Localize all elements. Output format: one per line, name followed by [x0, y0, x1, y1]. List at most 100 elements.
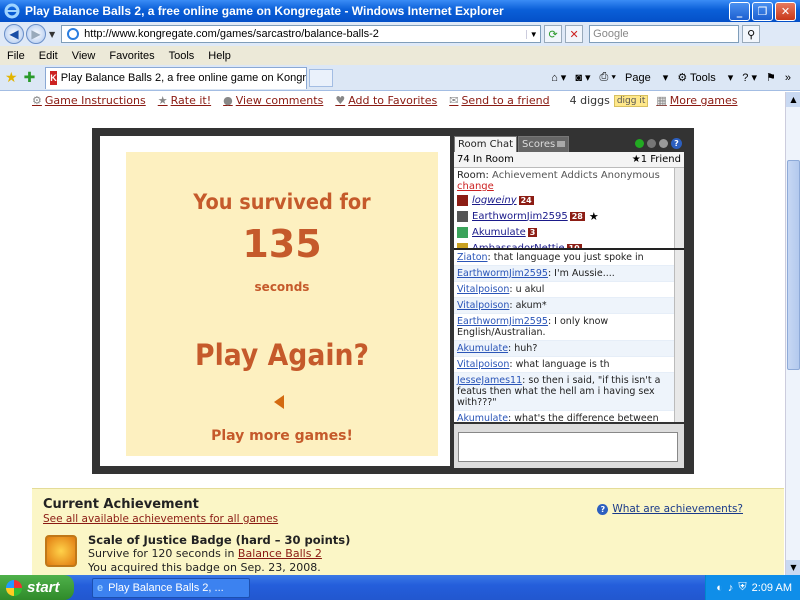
page-menu[interactable]: Page ▾	[625, 71, 668, 84]
tab-kongregate[interactable]: K Play Balance Balls 2, a free online ga…	[45, 66, 308, 89]
extra-icon[interactable]: »	[785, 72, 791, 84]
menu-favorites[interactable]: Favorites	[109, 50, 154, 62]
chat-message: Vitalpoison: what language is th	[454, 357, 684, 373]
user-list-scrollbar[interactable]	[674, 168, 684, 248]
chat-user-row[interactable]: EarthwormJim2595 28 ★	[454, 208, 684, 224]
taskbar: start e Play Balance Balls 2, ... ◐ ♪ ⛨ …	[0, 575, 800, 600]
view-comments-link[interactable]: ● View comments	[223, 94, 323, 107]
windows-logo-icon	[6, 579, 22, 596]
chat-user-row[interactable]: Akumulate 3	[454, 224, 684, 240]
research-icon[interactable]: ⚑	[766, 71, 776, 84]
message-text: : huh?	[508, 343, 538, 354]
message-author[interactable]: Akumulate	[457, 343, 508, 354]
search-button[interactable]: ⚲	[742, 25, 761, 43]
menu-tools[interactable]: Tools	[169, 50, 195, 62]
new-tab-button[interactable]	[309, 68, 334, 87]
home-icon[interactable]: ⌂ ▾	[551, 71, 566, 84]
address-field[interactable]: http://www.kongregate.com/games/sarcastr…	[61, 25, 542, 43]
status-online-icon	[635, 139, 644, 148]
in-room-count: 74 In Room	[457, 154, 514, 165]
forward-arrow-icon: ▶	[31, 27, 41, 41]
help-menu-icon[interactable]: ? ▾	[742, 71, 757, 84]
tab-room-chat[interactable]: Room Chat	[454, 136, 518, 152]
score-value: 135	[242, 222, 322, 266]
history-dropdown-icon[interactable]: ▼	[49, 30, 55, 39]
message-text: : I'm Aussie....	[547, 268, 615, 279]
chat-input[interactable]	[458, 432, 678, 462]
star-icon: ★	[157, 94, 168, 107]
chat-user-row[interactable]: logweiny 24	[454, 192, 684, 208]
taskbar-item-ie[interactable]: e Play Balance Balls 2, ...	[92, 577, 250, 598]
digg-button[interactable]: digg it	[613, 94, 649, 107]
add-favorites-link[interactable]: ♥ Add to Favorites	[335, 94, 437, 107]
network-icon[interactable]: ◐	[716, 582, 723, 594]
scroll-up-icon[interactable]: ▲	[786, 92, 800, 107]
chat-user-row[interactable]: AmbassadorNettie 10	[454, 240, 684, 249]
volume-icon[interactable]: ♪	[728, 582, 734, 594]
chat-user-name[interactable]: EarthwormJim2595	[472, 211, 568, 222]
badge-game-link[interactable]: Balance Balls 2	[238, 547, 322, 560]
start-button[interactable]: start	[0, 575, 74, 600]
feeds-icon[interactable]: ◙ ▾	[575, 71, 590, 84]
chat-message: Vitalpoison: akum*	[454, 298, 684, 314]
tools-menu[interactable]: ⚙ Tools ▾	[677, 71, 733, 84]
chat-message: Akumulate: what's the difference between…	[454, 411, 684, 422]
add-favorite-icon[interactable]: ✚	[24, 70, 36, 86]
scroll-thumb[interactable]	[787, 160, 800, 370]
game-canvas[interactable]: You survived for 135 seconds Play Again?…	[100, 136, 450, 466]
seconds-label: seconds	[254, 280, 310, 294]
message-author[interactable]: EarthwormJim2595	[457, 268, 548, 279]
menu-edit[interactable]: Edit	[39, 50, 58, 62]
menu-file[interactable]: File	[7, 50, 25, 62]
message-author[interactable]: Vitalpoison	[457, 359, 509, 370]
tab-scores[interactable]: Scores	[518, 136, 570, 152]
favorites-star-icon[interactable]: ★	[5, 70, 18, 86]
message-author[interactable]: EarthwormJim2595	[457, 316, 548, 327]
message-author[interactable]: Ziaton	[457, 252, 488, 263]
minimize-button[interactable]: _	[729, 1, 750, 21]
scroll-down-icon[interactable]: ▼	[786, 560, 800, 575]
chat-user-name[interactable]: Akumulate	[472, 227, 526, 238]
chat-user-name[interactable]: logweiny	[472, 195, 517, 206]
menu-help[interactable]: Help	[208, 50, 231, 62]
menu-view[interactable]: View	[72, 50, 96, 62]
security-icon[interactable]: ⛨	[738, 581, 746, 594]
system-tray: ◐ ♪ ⛨ 2:09 AM	[705, 575, 800, 600]
close-chat-icon[interactable]	[659, 139, 668, 148]
more-games-link[interactable]: ▦ More games	[656, 94, 737, 107]
refresh-button[interactable]: ⟳	[544, 25, 563, 43]
stop-button[interactable]: ✕	[565, 25, 584, 43]
maximize-button[interactable]: ❐	[752, 1, 773, 21]
message-text: : u akul	[509, 284, 545, 295]
settings-dot-icon[interactable]	[647, 139, 656, 148]
message-author[interactable]: Vitalpoison	[457, 300, 509, 311]
what-are-achievements-link[interactable]: ? What are achievements?	[597, 503, 743, 515]
chat-log-scrollbar[interactable]	[674, 250, 684, 422]
send-friend-link[interactable]: ✉ Send to a friend	[449, 94, 549, 107]
message-author[interactable]: Akumulate	[457, 413, 508, 422]
page-scrollbar[interactable]: ▲ ▼	[785, 92, 800, 575]
message-text: : that language you just spoke in	[487, 252, 644, 263]
message-author[interactable]: JesseJames11	[457, 375, 522, 386]
window-titlebar[interactable]: Play Balance Balls 2, a free online game…	[0, 0, 800, 22]
close-button[interactable]: ✕	[775, 1, 796, 21]
game-instructions-link[interactable]: ⚙ Game Instructions	[32, 94, 146, 107]
friends-count[interactable]: ★1 Friend	[632, 154, 681, 165]
search-input[interactable]: Google	[589, 25, 740, 43]
change-room-link[interactable]: change	[457, 181, 681, 192]
print-icon[interactable]: ⎙ ▾	[600, 71, 616, 84]
address-dropdown-icon[interactable]: ▼	[526, 29, 540, 39]
forward-button[interactable]: ▶	[26, 24, 46, 44]
play-more-games-link[interactable]: Play more games!	[126, 428, 438, 444]
play-again-button[interactable]: Play Again?	[138, 338, 425, 372]
game-instructions-label: Game Instructions	[44, 94, 146, 107]
badge-description: Survive for 120 seconds in Balance Balls…	[88, 547, 322, 560]
back-button[interactable]: ◀	[4, 24, 24, 44]
ie-logo-icon	[4, 3, 20, 19]
message-author[interactable]: Vitalpoison	[457, 284, 509, 295]
chat-help-icon[interactable]: ?	[671, 138, 682, 149]
chat-user-name[interactable]: AmbassadorNettie	[472, 243, 565, 249]
rate-link[interactable]: ★ Rate it!	[158, 94, 211, 107]
user-level-badge: 3	[527, 227, 538, 237]
see-all-achievements-link[interactable]: See all available achievements for all g…	[43, 513, 278, 525]
